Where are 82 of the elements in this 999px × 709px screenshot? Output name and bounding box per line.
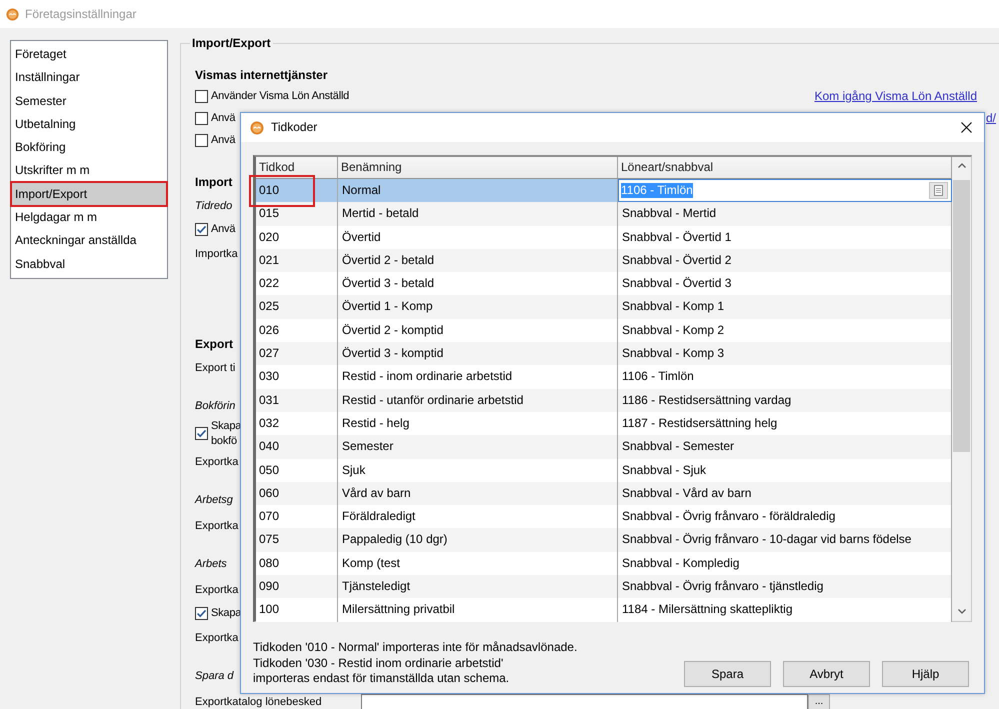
logo-icon	[6, 8, 19, 20]
sidebar-item[interactable]: Utskrifter m m	[12, 159, 166, 183]
sidebar-item[interactable]: Utbetalning	[12, 112, 166, 136]
group-title: Import/Export	[190, 36, 273, 51]
table-row[interactable]: 030 Restid - inom ordinarie arbetstid 1106 - Timlön	[256, 365, 952, 389]
dialog-button[interactable]: Hjälp	[882, 661, 969, 687]
sidebar-item[interactable]: Semester	[12, 90, 166, 113]
field-label: Exportka	[195, 518, 238, 532]
document-icon	[934, 185, 943, 196]
table-row[interactable]: 040 Semester Snabbval - Semester	[256, 435, 952, 459]
table-row[interactable]: 031 Restid - utanför ordinarie arbetstid 1186 - Restidsersättning vardag	[256, 388, 952, 412]
table-row[interactable]: 090 Tjänsteledigt Snabbval - Övrig frånvaro - tjänstledig	[256, 575, 952, 598]
checkbox[interactable]	[195, 112, 208, 125]
field-label: Exportka	[195, 582, 238, 596]
dialog-button[interactable]: Spara	[684, 661, 771, 687]
sidebar-item[interactable]: Snabbval	[12, 252, 166, 276]
subsection-caption: Bokförin	[195, 398, 236, 412]
subsection-caption: Arbets	[195, 556, 227, 570]
checkbox-label: Skapa bokfö	[211, 418, 242, 448]
checkbox[interactable]	[195, 223, 208, 236]
checkbox[interactable]	[195, 427, 208, 440]
link[interactable]: d/	[986, 111, 996, 126]
close-icon	[960, 122, 972, 133]
checkbox-label: Anvä	[211, 111, 236, 126]
table-row[interactable]: 060 Vård av barn Snabbval - Vård av barn	[256, 482, 952, 506]
table-row[interactable]: 075 Pappaledig (10 dgr) Snabbval - Övrig frånvaro - 10-dagar vid barns födelse	[256, 528, 952, 552]
checkbox[interactable]	[195, 607, 208, 620]
sidebar-item[interactable]: Helgdagar m m	[12, 206, 166, 230]
column-header: Löneart/snabbval	[618, 157, 952, 179]
sidebar-item[interactable]: Inställningar	[12, 66, 166, 90]
sidebar-item[interactable]: Import/Export	[12, 182, 166, 206]
browse-button[interactable]: ...	[808, 694, 830, 708]
note-text: Tidkoden '010 - Normal' importeras inte för månadsavlönade.	[253, 640, 578, 656]
table-row[interactable]: 022 Övertid 3 - betald Snabbval - Övertid 3	[256, 272, 952, 296]
column-header: Tidkod	[256, 157, 338, 179]
input-field[interactable]	[361, 694, 808, 708]
field-label: Exportka	[195, 630, 238, 644]
table-row[interactable]: 080 Komp (test Snabbval - Kompledig	[256, 552, 952, 576]
section-heading: Vismas internettjänster	[195, 68, 328, 82]
link[interactable]: Kom igång Visma Lön Anställd	[814, 89, 977, 104]
field-label: Importka	[195, 246, 238, 260]
chevron-down-icon[interactable]	[958, 609, 966, 614]
table-cell: 100	[256, 598, 338, 622]
table-row[interactable]: 032 Restid - helg 1187 - Restidsersättning helg	[256, 412, 952, 436]
subsection-caption: Arbetsg	[195, 492, 233, 506]
sidebar-item[interactable]: Anteckningar anställda	[12, 229, 166, 253]
table-row[interactable]: 100 Milersättning privatbil 1184 - Milersättning skattepliktig	[256, 598, 952, 622]
checkbox-label: Skapa	[211, 606, 242, 621]
subsection-caption: Spara d	[195, 668, 234, 682]
checkbox-label: Anvä	[211, 222, 236, 237]
section-heading: Export	[195, 336, 234, 352]
section-heading: Import	[195, 174, 232, 190]
sidebar-item[interactable]: Företaget	[12, 43, 166, 66]
checkbox[interactable]	[195, 134, 208, 147]
field-label: Exportkatalog lönebesked	[195, 694, 323, 708]
table-row[interactable]: 070 Föräldraledigt Snabbval - Övrig frånvaro - föräldraledig	[256, 505, 952, 528]
scrollbar-thumb[interactable]	[953, 180, 970, 452]
subsection-caption: Tidredo	[195, 198, 232, 212]
scrollbar[interactable]	[952, 157, 971, 621]
logo-icon	[250, 120, 264, 134]
note-text: Tidkoden '030 - Restid inom ordinarie arbetstid' importeras endast för timanställda utan schema.	[253, 656, 510, 686]
window-title: Företagsinställningar	[25, 6, 136, 22]
checkbox-label: Anvä	[211, 133, 236, 148]
table-row[interactable]: 015 Mertid - betald Snabbval - Mertid	[256, 202, 952, 226]
field-label: Export ti	[195, 360, 236, 374]
table-cell: Milersättning privatbil	[338, 598, 618, 622]
checkbox-label: Använder Visma Lön Anställd	[211, 89, 350, 104]
dialog-button[interactable]: Avbryt	[783, 661, 870, 687]
table-row[interactable]: 027 Övertid 3 - komptid Snabbval - Komp 3	[256, 342, 952, 366]
checkbox[interactable]	[195, 90, 208, 103]
dialog-title: Tidkoder	[271, 120, 318, 135]
sidebar-item[interactable]: Bokföring	[12, 136, 166, 160]
chevron-up-icon[interactable]	[958, 163, 966, 168]
table-row[interactable]: 020 Övertid Snabbval - Övertid 1	[256, 226, 952, 249]
table-row[interactable]: 026 Övertid 2 - komptid Snabbval - Komp 2	[256, 318, 952, 342]
lookup-button[interactable]	[929, 182, 948, 200]
field-label: Exportka	[195, 454, 238, 468]
table-row[interactable]: 010 Normal 1106 - Timlön	[256, 179, 952, 202]
column-header: Benämning	[338, 157, 618, 179]
table-row[interactable]: 050 Sjuk Snabbval - Sjuk	[256, 458, 952, 482]
table-row[interactable]: 025 Övertid 1 - Komp Snabbval - Komp 1	[256, 295, 952, 319]
table-row[interactable]: 021 Övertid 2 - betald Snabbval - Övertid 2	[256, 248, 952, 272]
